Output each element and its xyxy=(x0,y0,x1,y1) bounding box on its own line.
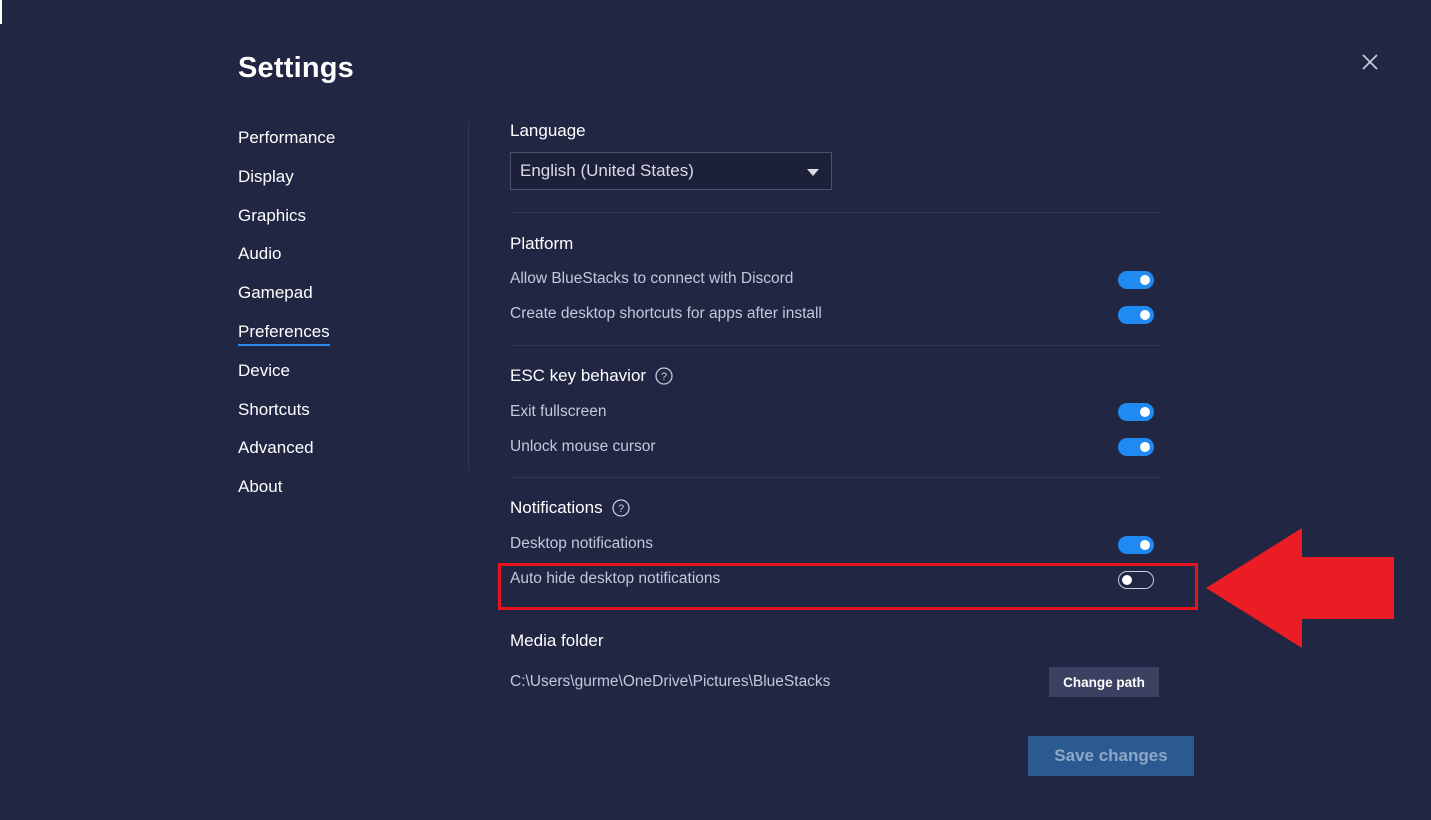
section-divider xyxy=(510,212,1160,213)
sidebar-item-gamepad[interactable]: Gamepad xyxy=(238,274,458,313)
page-title: Settings xyxy=(238,52,354,84)
sidebar-item-display[interactable]: Display xyxy=(238,158,458,197)
sidebar-item-label: About xyxy=(238,477,283,497)
toggle-knob xyxy=(1140,310,1150,320)
toggle-knob xyxy=(1140,442,1150,452)
notifications-section-title: Notifications ? xyxy=(510,498,630,518)
sidebar-item-label: Advanced xyxy=(238,438,314,458)
section-title-text: Platform xyxy=(510,234,574,253)
section-title-text: Notifications xyxy=(510,498,603,517)
unlock-cursor-label: Unlock mouse cursor xyxy=(510,438,656,455)
desktop-notifications-label: Desktop notifications xyxy=(510,535,654,552)
section-title-text: ESC key behavior xyxy=(510,366,647,385)
toggle-knob xyxy=(1140,540,1150,550)
sidebar-item-audio[interactable]: Audio xyxy=(238,235,458,274)
desktop-shortcuts-toggle[interactable] xyxy=(1118,306,1154,324)
sidebar-item-label: Graphics xyxy=(238,205,307,225)
help-icon[interactable]: ? xyxy=(611,499,630,517)
esc-section-title: ESC key behavior ? xyxy=(510,366,673,386)
toggle-knob xyxy=(1140,275,1150,285)
media-folder-path: C:\Users\gurme\OneDrive\Pictures\BlueSta… xyxy=(510,673,831,690)
language-select-value: English (United States) xyxy=(520,161,694,180)
chevron-down-icon xyxy=(807,169,819,176)
sidebar-item-performance[interactable]: Performance xyxy=(238,119,458,158)
section-divider xyxy=(510,477,1160,478)
sidebar-item-preferences[interactable]: Preferences xyxy=(238,313,458,352)
annotation-highlight-box xyxy=(498,563,1198,610)
media-folder-section-title: Media folder xyxy=(510,631,604,651)
svg-text:?: ? xyxy=(618,503,624,515)
language-select[interactable]: English (United States) xyxy=(510,152,832,190)
sidebar-item-label: Performance xyxy=(238,128,336,147)
sidebar-item-shortcuts[interactable]: Shortcuts xyxy=(238,391,458,430)
language-section-title: Language xyxy=(510,121,586,141)
section-title-text: Media folder xyxy=(510,631,604,650)
platform-section-title: Platform xyxy=(510,234,573,254)
sidebar-divider xyxy=(468,121,469,471)
arrow-left-icon xyxy=(1206,528,1394,648)
sidebar-item-graphics[interactable]: Graphics xyxy=(238,197,458,236)
discord-connect-toggle[interactable] xyxy=(1118,271,1154,289)
discord-connect-label: Allow BlueStacks to connect with Discord xyxy=(510,270,794,287)
desktop-notifications-toggle[interactable] xyxy=(1118,536,1154,554)
sidebar-item-advanced[interactable]: Advanced xyxy=(238,429,458,468)
sidebar-item-label: Gamepad xyxy=(238,283,313,303)
sidebar-item-label: Audio xyxy=(238,244,282,264)
close-icon[interactable] xyxy=(1358,50,1382,74)
settings-window: Settings Performance Display Graphics Au… xyxy=(0,0,1431,820)
change-path-button[interactable]: Change path xyxy=(1049,667,1159,697)
unlock-cursor-toggle[interactable] xyxy=(1118,438,1154,456)
toggle-knob xyxy=(1140,407,1150,417)
section-divider xyxy=(510,345,1160,346)
exit-fullscreen-label: Exit fullscreen xyxy=(510,403,607,420)
sidebar-item-label: Shortcuts xyxy=(238,399,310,419)
exit-fullscreen-toggle[interactable] xyxy=(1118,403,1154,421)
sidebar-item-label: Device xyxy=(238,360,290,380)
section-title-text: Language xyxy=(510,121,586,140)
window-edge-mark xyxy=(0,0,2,24)
settings-sidebar: Performance Display Graphics Audio Gamep… xyxy=(238,119,458,507)
sidebar-item-device[interactable]: Device xyxy=(238,352,458,391)
save-changes-button[interactable]: Save changes xyxy=(1028,736,1194,776)
sidebar-item-label: Preferences xyxy=(238,321,330,346)
desktop-shortcuts-label: Create desktop shortcuts for apps after … xyxy=(510,305,822,322)
svg-text:?: ? xyxy=(661,371,667,383)
help-icon[interactable]: ? xyxy=(655,367,673,385)
sidebar-item-about[interactable]: About xyxy=(238,468,458,507)
sidebar-item-label: Display xyxy=(238,166,294,186)
